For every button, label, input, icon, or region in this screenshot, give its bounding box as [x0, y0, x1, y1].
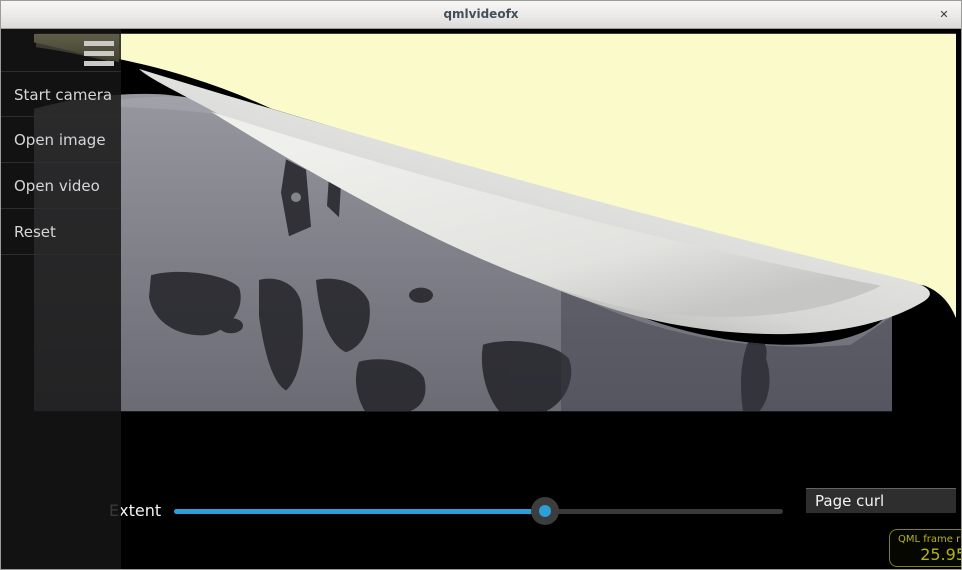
close-button[interactable]: ✕ — [935, 6, 953, 24]
sidebar-item-reset[interactable]: Reset — [1, 209, 121, 255]
effect-selector-button[interactable]: Page curl — [806, 488, 956, 513]
fps-indicator: QML frame r… 25.95 — [889, 529, 962, 567]
fps-value: 25.95 — [898, 545, 962, 564]
sidebar-item-start-camera[interactable]: Start camera — [1, 71, 121, 117]
menu-icon[interactable] — [84, 41, 114, 66]
extent-slider[interactable] — [174, 509, 783, 514]
sidebar-menu: Start camera Open image Open video Reset — [1, 71, 121, 255]
slider-handle-dot — [539, 505, 551, 517]
titlebar: qmlvideofx ✕ — [1, 1, 961, 29]
app-window: Extent Page curl QML frame r… 25.95 Star… — [0, 0, 962, 570]
window-title: qmlvideofx — [1, 7, 961, 21]
sidebar-item-open-video[interactable]: Open video — [1, 163, 121, 209]
slider-fill — [174, 509, 545, 514]
slider-handle[interactable] — [531, 497, 559, 525]
fps-label: QML frame r… — [898, 534, 962, 545]
sidebar: Start camera Open image Open video Reset — [1, 29, 121, 570]
sidebar-item-open-image[interactable]: Open image — [1, 117, 121, 163]
